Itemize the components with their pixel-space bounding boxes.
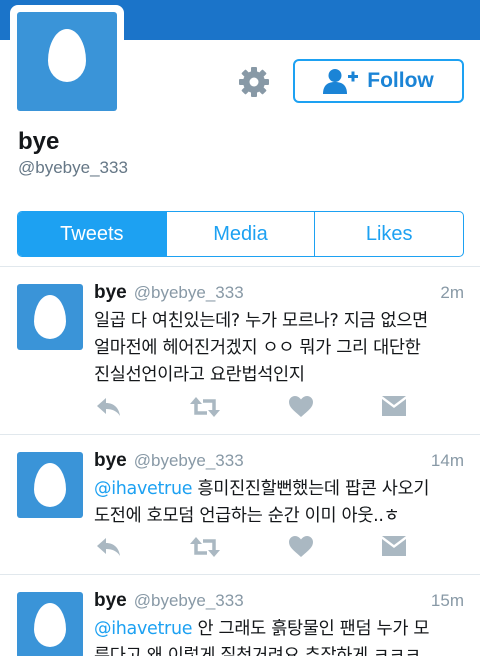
tweet-timestamp: 2m (440, 283, 464, 302)
retweet-icon[interactable] (190, 396, 220, 418)
divider (0, 434, 480, 435)
tab-media[interactable]: Media (165, 212, 315, 256)
tweet-avatar[interactable] (17, 452, 83, 518)
tweet-author-name[interactable]: bye (94, 450, 127, 472)
retweet-icon[interactable] (190, 536, 220, 558)
tweet-line: 일곱 다 여친있는데? 누가 모르나? 지금 없으면 (94, 311, 428, 331)
egg-icon (34, 295, 66, 339)
tweet[interactable]: bye @byebye_333 14m @ihavetrue 흥미진진할뻔했는데… (0, 438, 480, 574)
egg-icon (48, 29, 86, 82)
follow-label: Follow (367, 69, 434, 92)
envelope-icon[interactable] (382, 536, 406, 558)
mention-link[interactable]: @ihavetrue (94, 479, 193, 499)
tweet-author-handle[interactable]: @byebye_333 (134, 591, 244, 611)
tweet-line: 얼마전에 헤어진거겠지 ㅇㅇ 뭐가 그리 대단한 (94, 338, 421, 358)
tweet-actions (94, 396, 424, 420)
profile-name: bye (18, 128, 60, 155)
tab-likes[interactable]: Likes (314, 212, 463, 256)
tweet-line: 안 그래도 흙탕물인 팬덤 누가 모 (192, 619, 430, 639)
divider (0, 266, 480, 267)
tweet-timestamp: 15m (430, 591, 464, 610)
tweet-line: 른다고 왜 이렇게 질척거려요 추잡하게 ㅋㅋㅋ (94, 646, 421, 656)
tweet-text: @ihavetrue 흥미진진할뻔했는데 팝콘 사오기 도전에 호모덤 언급하는… (94, 476, 466, 530)
tweet-author-name[interactable]: bye (94, 282, 127, 304)
egg-icon (34, 603, 66, 647)
envelope-icon[interactable] (382, 396, 406, 418)
reply-icon[interactable] (96, 536, 122, 558)
tweet-text: @ihavetrue 안 그래도 흙탕물인 팬덤 누가 모 른다고 왜 이렇게 … (94, 616, 466, 656)
heart-icon[interactable] (289, 396, 313, 418)
tweet[interactable]: bye @byebye_333 2m 일곱 다 여친있는데? 누가 모르나? 지… (0, 270, 480, 434)
tweet-header: bye @byebye_333 2m (94, 282, 464, 306)
reply-icon[interactable] (96, 396, 122, 418)
tweet-line: 진실선언이라고 요란법석인지 (94, 365, 305, 385)
profile-handle: @byebye_333 (18, 158, 128, 177)
tweet-author-handle[interactable]: @byebye_333 (134, 451, 244, 471)
tweet-header: bye @byebye_333 15m (94, 590, 464, 614)
tweet[interactable]: bye @byebye_333 15m @ihavetrue 안 그래도 흙탕물… (0, 578, 480, 656)
tweet-actions (94, 536, 424, 560)
default-egg-avatar (17, 12, 117, 111)
egg-icon (34, 463, 66, 507)
tweet-author-name[interactable]: bye (94, 590, 127, 612)
tweet-author-handle[interactable]: @byebye_333 (134, 283, 244, 303)
tweet-timestamp: 14m (430, 451, 464, 470)
tweet-line: 도전에 호모덤 언급하는 순간 이미 아웃..ㅎ (94, 506, 400, 526)
profile-avatar[interactable] (10, 5, 124, 118)
heart-icon[interactable] (289, 536, 313, 558)
tweet-header: bye @byebye_333 14m (94, 450, 464, 474)
follow-button[interactable]: Follow (293, 59, 464, 103)
divider (0, 574, 480, 575)
tweet-text: 일곱 다 여친있는데? 누가 모르나? 지금 없으면 얼마전에 헤어진거겠지 ㅇ… (94, 308, 466, 389)
add-user-icon (323, 69, 359, 94)
tweet-avatar[interactable] (17, 284, 83, 350)
tweet-line: 흥미진진할뻔했는데 팝콘 사오기 (192, 479, 430, 499)
tweet-avatar[interactable] (17, 592, 83, 656)
tab-tweets[interactable]: Tweets (18, 212, 166, 256)
profile-tabs: Tweets Media Likes (17, 211, 464, 257)
mention-link[interactable]: @ihavetrue (94, 619, 193, 639)
gear-icon[interactable] (238, 66, 270, 98)
